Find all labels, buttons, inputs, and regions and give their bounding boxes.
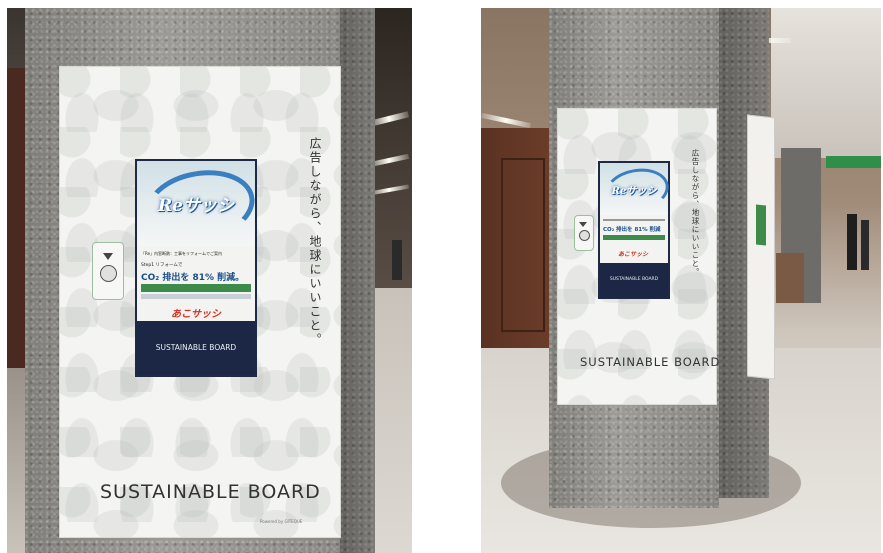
sustainable-board-poster: Reサッシ CO₂ 排出を 81% 削減 あこサッシ SUSTAINABLE B… xyxy=(557,108,721,405)
camera-sensor-icon xyxy=(100,265,117,282)
green-info-band xyxy=(141,284,251,292)
powered-by-text: Powered by GITEQUE xyxy=(260,519,303,524)
info-band-2 xyxy=(141,294,251,299)
wooden-board xyxy=(776,253,804,303)
screen-info-area: CO₂ 排出を 81% 削減 あこサッシ xyxy=(600,215,668,263)
brand-logo-text: あこサッシ xyxy=(171,309,221,320)
arrow-down-icon xyxy=(103,253,113,260)
photo-left-pillar: Reサッシ 「Re」内窓断熱：工事をリフォームでご案内 Step1 リフォームで… xyxy=(7,8,412,553)
screen-bottom-banner: SUSTAINABLE BOARD xyxy=(137,321,255,375)
pillar-side xyxy=(340,8,375,553)
screen-line-1: 「Re」内窓断熱：工事をリフォームでご案内 xyxy=(141,251,222,256)
resash-logo: Reサッシ xyxy=(611,185,657,197)
board-name: SUSTAINABLE BOARD xyxy=(580,355,721,369)
ceiling-right xyxy=(771,8,881,158)
digital-signage-screen: Reサッシ CO₂ 排出を 81% 削減 あこサッシ SUSTAINABLE B… xyxy=(598,161,673,299)
arrow-down-icon xyxy=(579,222,587,227)
screen-line-2: Step1 リフォームで xyxy=(141,263,183,268)
door xyxy=(501,158,545,332)
sensor-panel xyxy=(574,215,594,251)
screen-logo-area: Reサッシ xyxy=(600,163,673,217)
resash-logo: Reサッシ xyxy=(158,196,234,216)
passerby xyxy=(847,214,857,270)
passerby xyxy=(392,240,402,280)
side-poster xyxy=(747,114,775,380)
co2-reduction-text: CO₂ 排出を 81% 削減 xyxy=(603,227,661,233)
screen-info-area: 「Re」内窓断熱：工事をリフォームでご案内 Step1 リフォームで CO₂ 排… xyxy=(137,246,255,321)
brand-logo-text: あこサッシ xyxy=(618,251,649,258)
passerby xyxy=(861,220,869,270)
sensor-panel xyxy=(92,242,124,300)
screen-text-line xyxy=(603,219,665,221)
vertical-tagline: 広告しながら、地球にいいこと。 xyxy=(308,137,322,347)
green-direction-sign xyxy=(826,156,881,168)
digital-signage-screen: Reサッシ 「Re」内窓断熱：工事をリフォームでご案内 Step1 リフォームで… xyxy=(135,159,261,377)
photo-right-pillar: Reサッシ CO₂ 排出を 81% 削減 あこサッシ SUSTAINABLE B… xyxy=(481,8,881,553)
co2-reduction-text: CO₂ 排出を 81% 削減。 xyxy=(141,273,245,283)
screen-bottom-banner: SUSTAINABLE BOARD xyxy=(600,263,668,297)
screen-logo-area: Reサッシ xyxy=(137,161,261,251)
sustainable-board-poster: Reサッシ 「Re」内窓断熱：工事をリフォームでご案内 Step1 リフォームで… xyxy=(59,66,341,538)
vertical-tagline: 広告しながら、地球にいいこと。 xyxy=(691,149,700,277)
camera-sensor-icon xyxy=(579,230,590,241)
green-info-band xyxy=(603,235,665,240)
board-name: SUSTAINABLE BOARD xyxy=(100,481,321,503)
side-green-text xyxy=(756,204,766,246)
